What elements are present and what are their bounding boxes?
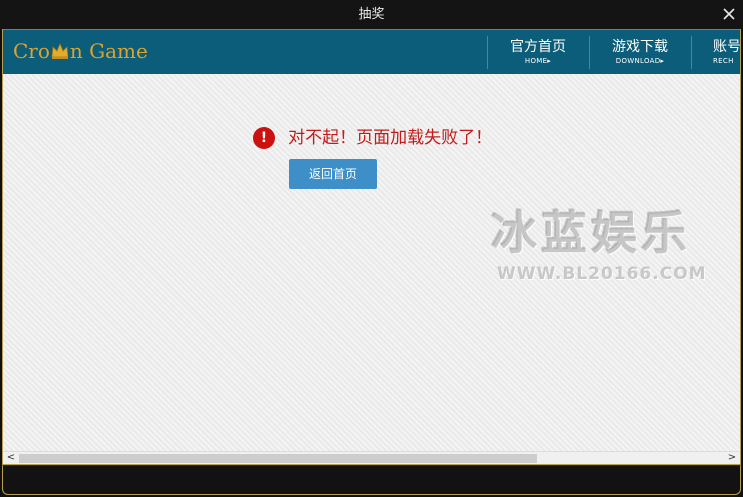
bottom-bar	[2, 465, 741, 495]
title-bar: 抽奖	[0, 0, 743, 29]
top-navbar: Cro n Game 官方首页 HOME▸ 游戏下载 DOWNLOAD▸ 账号 …	[3, 29, 740, 75]
app-window: 抽奖 Cro n Game 官方首页 HOME▸ 游戏下载 DOWNLOAD▸	[0, 0, 743, 497]
watermark: 冰蓝娱乐 WWW.BL20166.COM	[491, 204, 731, 294]
scroll-right-arrow[interactable]: >	[725, 452, 739, 464]
close-icon[interactable]	[720, 5, 738, 23]
logo-text-end: n Game	[69, 39, 148, 63]
nav-item-download[interactable]: 游戏下载 DOWNLOAD▸	[590, 30, 690, 75]
scrollbar-thumb[interactable]	[19, 454, 537, 463]
nav-item-sublabel: RECH	[713, 57, 734, 65]
nav-item-label: 账号	[713, 39, 740, 55]
scroll-left-arrow[interactable]: <	[4, 452, 18, 464]
watermark-url: WWW.BL20166.COM	[497, 264, 707, 284]
window-title: 抽奖	[358, 7, 385, 22]
error-message-row: ! 对不起！页面加载失败了！	[253, 126, 492, 150]
back-home-button[interactable]: 返回首页	[289, 159, 377, 189]
error-message: 对不起！页面加载失败了！	[288, 128, 493, 148]
nav-item-label: 游戏下载	[612, 39, 668, 55]
nav-item-label: 官方首页	[510, 39, 566, 55]
nav-item-sublabel: DOWNLOAD▸	[615, 57, 665, 65]
crown-game-logo[interactable]: Cro n Game	[13, 36, 148, 66]
browser-frame: Cro n Game 官方首页 HOME▸ 游戏下载 DOWNLOAD▸ 账号 …	[2, 29, 741, 465]
page-content: ! 对不起！页面加载失败了！ 返回首页 冰蓝娱乐 WWW.BL20166.COM	[3, 74, 740, 451]
exclamation-icon: !	[253, 127, 275, 149]
crown-icon	[51, 42, 69, 59]
nav-item-sublabel: HOME▸	[524, 57, 552, 65]
nav-item-home[interactable]: 官方首页 HOME▸	[488, 30, 588, 75]
watermark-brand: 冰蓝娱乐	[491, 206, 691, 260]
logo-text-start: Cro	[13, 39, 50, 63]
horizontal-scrollbar[interactable]: < >	[3, 451, 740, 464]
nav-item-account[interactable]: 账号 RECH	[692, 30, 740, 75]
